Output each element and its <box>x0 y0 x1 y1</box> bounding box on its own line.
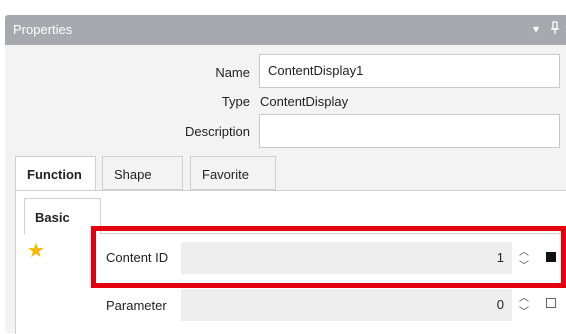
tab-shape[interactable]: Shape <box>102 156 183 190</box>
parameter-label: Parameter <box>106 298 167 313</box>
parameter-value[interactable]: 0 <box>181 289 512 321</box>
spin-down-icon[interactable]: ﹀ <box>519 257 529 272</box>
tab-favorite[interactable]: Favorite <box>190 156 276 190</box>
spin-up-icon[interactable]: ︿ <box>519 289 529 304</box>
parameter-checkbox[interactable] <box>546 298 556 308</box>
spin-down-icon[interactable]: ﹀ <box>519 303 529 318</box>
type-value: ContentDisplay <box>260 94 349 109</box>
name-field[interactable]: ContentDisplay1 <box>259 54 560 88</box>
parameter-spinner[interactable]: ︿ ﹀ <box>517 288 531 318</box>
panel-title: Properties <box>13 22 73 37</box>
type-label: Type <box>221 94 250 109</box>
content-id-checkbox[interactable] <box>546 252 556 262</box>
description-field[interactable] <box>259 114 560 148</box>
content-id-value[interactable]: 1 <box>181 242 512 274</box>
pin-icon[interactable] <box>550 21 560 39</box>
subtab-divider <box>101 233 566 234</box>
content-id-label: Content ID <box>106 250 169 265</box>
description-label: Description <box>184 124 250 139</box>
dropdown-arrow-icon[interactable]: ▾ <box>533 21 539 37</box>
name-label: Name <box>215 65 250 80</box>
star-icon[interactable]: ★ <box>27 238 45 263</box>
tab-function[interactable]: Function <box>15 156 96 192</box>
spin-up-icon[interactable]: ︿ <box>519 243 529 258</box>
subtab-basic[interactable]: Basic <box>24 198 101 234</box>
properties-title-bar: Properties ▾ ✕ <box>5 15 566 45</box>
content-id-spinner[interactable]: ︿ ﹀ <box>517 242 531 272</box>
